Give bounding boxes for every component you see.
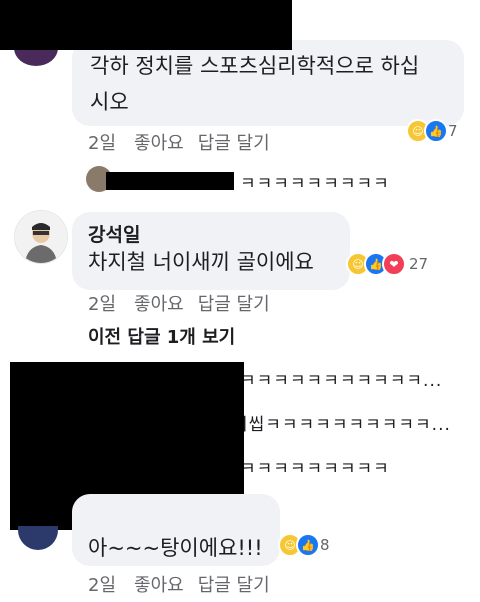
comment-actions: 2일 좋아요 답글 달기 [88,571,284,597]
redacted-reply-author [106,172,234,190]
comment-text: 각하 정치를 스포츠심리학적으로 하십 [90,54,420,78]
comment-actions: 2일 좋아요 답글 달기 [88,129,284,155]
reaction-count: 8 [320,536,330,554]
reply-link[interactable]: 답글 달기 [198,575,270,596]
comment-text-continued: 시오 [90,90,129,114]
reply-link[interactable]: 답글 달기 [198,294,270,315]
comment-author[interactable]: 강석일 [88,220,140,247]
comment-actions: 2일 좋아요 답글 달기 [88,290,284,316]
comment-age[interactable]: 2일 [88,133,116,154]
reaction-summary[interactable]: ☺ 👍 8 [278,533,330,557]
reply-text-partial: ㅋㅋㅋㅋㅋㅋㅋㅋㅋㅋㅋ... [240,371,443,391]
view-previous-replies-link[interactable]: 이전 답글 1개 보기 [88,323,235,349]
reaction-count: 27 [409,255,429,273]
like-icon: 👍 [296,533,320,557]
avatar[interactable] [14,210,68,264]
avatar[interactable] [18,526,58,550]
like-icon: 👍 [424,119,448,143]
like-link[interactable]: 좋아요 [134,575,184,596]
comment-age[interactable]: 2일 [88,575,116,596]
redacted-name [0,0,292,50]
reply-link[interactable]: 답글 달기 [198,133,270,154]
like-link[interactable]: 좋아요 [134,294,184,315]
reply-text-partial: 이씹ㅋㅋㅋㅋㅋㅋㅋㅋㅋㅋ... [232,415,451,435]
comment-age[interactable]: 2일 [88,294,116,315]
like-link[interactable]: 좋아요 [134,133,184,154]
comment-text: 차지철 너이새끼 골이에요 [88,250,314,274]
reply-text-partial: ㅋㅋㅋㅋㅋㅋㅋㅋㅋ [240,459,390,479]
love-icon: ❤ [382,252,406,276]
reply-preview-text[interactable]: ㅋㅋㅋㅋㅋㅋㅋㅋㅋ [240,169,390,194]
comment-text: 아~~~탕이에요!!! [88,536,263,560]
reaction-count: 7 [448,122,458,140]
reaction-summary[interactable]: ☺ 👍 ❤ 27 [346,252,428,276]
reaction-summary[interactable]: ☺ 👍 7 [406,119,458,143]
